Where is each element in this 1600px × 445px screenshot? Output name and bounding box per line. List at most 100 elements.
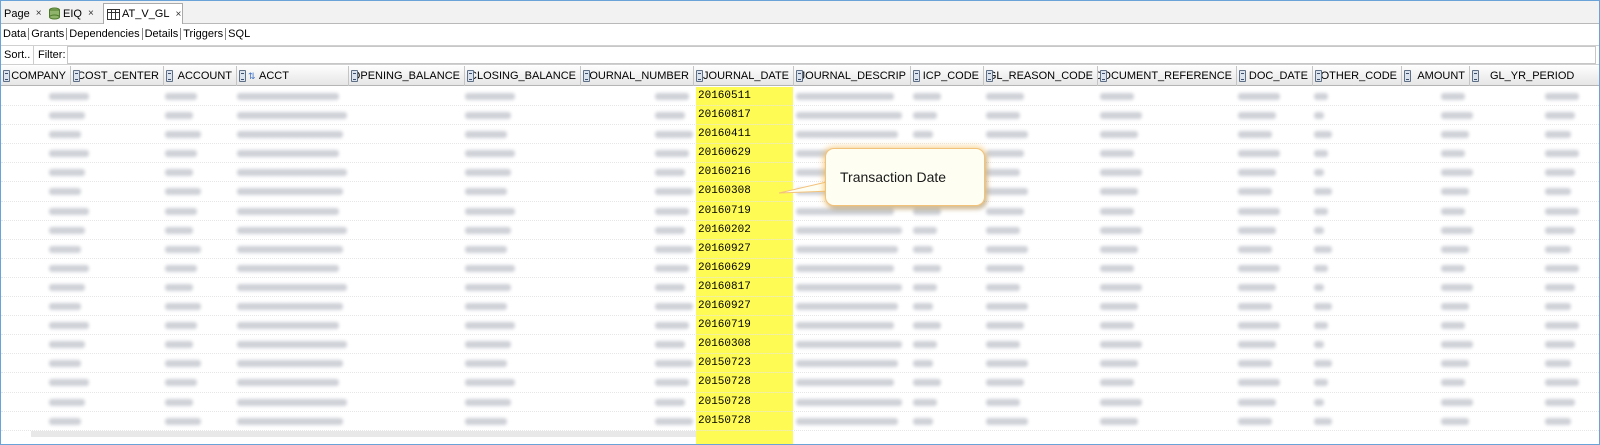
journal-date-cell[interactable]: 20150723: [697, 354, 792, 373]
column-label: ACCOUNT: [177, 70, 232, 82]
obscured-cell: [1238, 226, 1276, 234]
column-header-journal-descrip[interactable]: JOURNAL_DESCRIP: [794, 66, 911, 86]
tab-page[interactable]: Page ×: [1, 3, 42, 24]
obscured-cell: [1545, 169, 1575, 177]
column-type-icon: [1472, 70, 1479, 82]
column-type-icon: [1404, 70, 1411, 82]
tab-eiq[interactable]: EIQ ×: [45, 3, 101, 24]
close-icon[interactable]: ×: [176, 9, 182, 20]
journal-date-cell[interactable]: 20160719: [697, 202, 792, 221]
obscured-cell: [986, 379, 1024, 387]
table-row[interactable]: 20160629: [1, 259, 1599, 278]
obscured-cell: [1238, 417, 1272, 425]
column-header-other-code[interactable]: OTHER_CODE: [1313, 66, 1402, 86]
obscured-cell: [1441, 341, 1473, 349]
journal-date-cell[interactable]: 20150728: [697, 373, 792, 392]
journal-date-cell[interactable]: 20160411: [697, 125, 792, 144]
tab-at-v-gl[interactable]: AT_V_GL ×: [103, 3, 183, 24]
obscured-cell: [1100, 188, 1138, 196]
table-row[interactable]: 20160202: [1, 221, 1599, 240]
obscured-cell: [1100, 322, 1134, 330]
close-icon[interactable]: ×: [36, 8, 42, 19]
table-row[interactable]: 20160411: [1, 125, 1599, 145]
table-row[interactable]: 20160817: [1, 106, 1599, 126]
column-header-company[interactable]: COMPANY: [1, 66, 71, 86]
column-header-gl-yr-period[interactable]: GL_YR_PERIOD: [1470, 66, 1599, 86]
table-row[interactable]: 20160511: [1, 87, 1599, 107]
tab-label: Page: [4, 7, 30, 20]
column-header-account[interactable]: ACCOUNT: [164, 66, 237, 86]
obscured-cell: [796, 303, 898, 311]
column-header-acct[interactable]: ⇅ ACCT: [237, 66, 349, 86]
column-header-cost-center[interactable]: COST_CENTER: [71, 66, 164, 86]
journal-date-cell[interactable]: 20160216: [697, 163, 792, 182]
database-icon: [48, 7, 61, 20]
obscured-cell: [655, 188, 693, 196]
table-row[interactable]: 20160817: [1, 278, 1599, 298]
obscured-cell: [237, 398, 347, 406]
tab-triggers[interactable]: Triggers: [181, 28, 227, 40]
journal-date-cell[interactable]: 20160629: [697, 144, 792, 163]
filter-input[interactable]: [66, 46, 1596, 64]
obscured-cell: [465, 322, 515, 330]
journal-date-cell[interactable]: 20160927: [697, 297, 792, 316]
journal-date-cell[interactable]: 20150728: [697, 393, 792, 412]
obscured-cell: [165, 207, 197, 215]
tab-dependencies[interactable]: Dependencies: [67, 28, 143, 40]
column-header-document-reference[interactable]: DOCUMENT_REFERENCE: [1098, 66, 1237, 86]
horizontal-scrollbar[interactable]: [31, 431, 696, 437]
column-header-journal-date[interactable]: JOURNAL_DATE: [694, 66, 794, 86]
tab-grants[interactable]: Grants: [29, 28, 68, 40]
obscured-cell: [1545, 245, 1571, 253]
journal-date-cell[interactable]: 20150728: [697, 412, 792, 431]
journal-date-cell[interactable]: 20160308: [697, 182, 792, 201]
obscured-cell: [986, 131, 1028, 139]
column-header-doc-date[interactable]: DOC_DATE: [1237, 66, 1313, 86]
tab-data[interactable]: Data: [1, 28, 30, 40]
table-row[interactable]: 20150728: [1, 412, 1599, 431]
journal-date-cell[interactable]: 20160202: [697, 221, 792, 240]
journal-date-cell[interactable]: 20160719: [697, 316, 792, 335]
obscured-cell: [655, 207, 689, 215]
column-type-icon: [1239, 70, 1246, 82]
journal-date-cell[interactable]: 20160817: [697, 106, 792, 125]
column-header-journal-number[interactable]: JOURNAL_NUMBER: [581, 66, 694, 86]
table-row[interactable]: 20160927: [1, 240, 1599, 259]
obscured-cell: [1238, 283, 1276, 291]
column-header-gl-reason-code[interactable]: GL_REASON_CODE: [984, 66, 1098, 86]
obscured-cell: [1545, 93, 1579, 100]
tab-details[interactable]: Details: [143, 28, 182, 40]
obscured-cell: [1441, 245, 1469, 253]
table-row[interactable]: 20160927: [1, 297, 1599, 317]
column-header-amount[interactable]: AMOUNT: [1402, 66, 1470, 86]
column-header-icp-code[interactable]: ICP_CODE: [911, 66, 984, 86]
table-row[interactable]: 20160629: [1, 144, 1599, 164]
column-header-opening-balance[interactable]: OPENING_BALANCE: [349, 66, 465, 86]
table-row[interactable]: 20160719: [1, 202, 1599, 221]
table-row[interactable]: 20150728: [1, 373, 1599, 393]
table-row[interactable]: 20150723: [1, 354, 1599, 374]
editor-tab-strip: Page × EIQ × AT_V_GL ×: [1, 1, 1599, 24]
obscured-cell: [237, 264, 339, 272]
column-type-icon: [166, 70, 173, 82]
obscured-cell: [49, 303, 81, 311]
table-row[interactable]: 20160719: [1, 316, 1599, 336]
obscured-cell: [49, 283, 85, 291]
sort-button[interactable]: Sort..: [1, 46, 34, 64]
tab-sql[interactable]: SQL: [226, 28, 252, 40]
journal-date-cell[interactable]: 20160629: [697, 259, 792, 278]
obscured-cell: [986, 398, 1020, 406]
sql-developer-window: Page × EIQ × AT_V_GL × Data Grants Depen…: [0, 0, 1600, 445]
journal-date-cell[interactable]: 20160511: [697, 87, 792, 106]
journal-date-cell[interactable]: 20160308: [697, 335, 792, 354]
obscured-cell: [1238, 245, 1272, 253]
table-row[interactable]: 20150728: [1, 393, 1599, 412]
close-icon[interactable]: ×: [88, 8, 94, 19]
obscured-cell: [655, 112, 685, 120]
column-header-closing-balance[interactable]: CLOSING_BALANCE: [465, 66, 581, 86]
journal-date-cell[interactable]: 20160927: [697, 240, 792, 259]
journal-date-cell[interactable]: 20160817: [697, 278, 792, 297]
obscured-cell: [165, 379, 197, 387]
obscured-cell: [655, 379, 689, 387]
table-row[interactable]: 20160308: [1, 335, 1599, 355]
